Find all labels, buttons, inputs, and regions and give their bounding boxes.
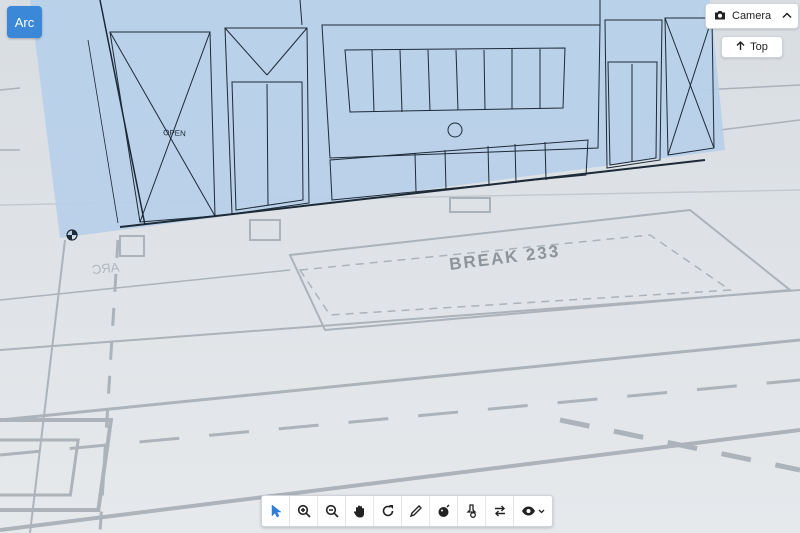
markup-tool[interactable] (402, 496, 430, 526)
swap-tool[interactable] (486, 496, 514, 526)
arrow-up-icon (736, 40, 745, 54)
zoom-out-tool[interactable] (318, 496, 346, 526)
zoom-out-icon (325, 504, 339, 518)
scene-canvas: BREAK 233 ARC OPEN (0, 0, 800, 533)
chevron-up-icon[interactable] (782, 10, 792, 22)
3d-viewport[interactable]: BREAK 233 ARC OPEN (0, 0, 800, 533)
zoom-in-icon (297, 504, 311, 518)
origin-marker-icon (66, 229, 78, 241)
zoom-in-tool[interactable] (290, 496, 318, 526)
pin-icon (465, 504, 477, 518)
top-view-label: Top (750, 41, 768, 53)
pan-tool[interactable] (346, 496, 374, 526)
select-tool[interactable] (262, 496, 290, 526)
mirrored-arc-label: ARC (91, 259, 120, 277)
view-tool[interactable] (514, 496, 552, 526)
camera-icon (714, 10, 726, 23)
camera-panel[interactable]: Camera (705, 3, 799, 29)
bottom-toolbar (261, 495, 553, 527)
door-open-label: OPEN (163, 128, 186, 138)
arc-button[interactable]: Arc (7, 6, 42, 38)
pencil-icon (409, 505, 422, 518)
camera-label: Camera (732, 10, 772, 22)
camera-ball-icon (438, 504, 450, 517)
camera-tool[interactable] (430, 496, 458, 526)
measure-tool[interactable] (458, 496, 486, 526)
hand-icon (353, 505, 364, 518)
eye-icon (522, 506, 545, 516)
swap-icon (494, 505, 505, 517)
rotate-icon (382, 505, 393, 517)
rotate-tool[interactable] (374, 496, 402, 526)
pointer-icon (271, 504, 282, 518)
top-view-button[interactable]: Top (721, 36, 783, 58)
